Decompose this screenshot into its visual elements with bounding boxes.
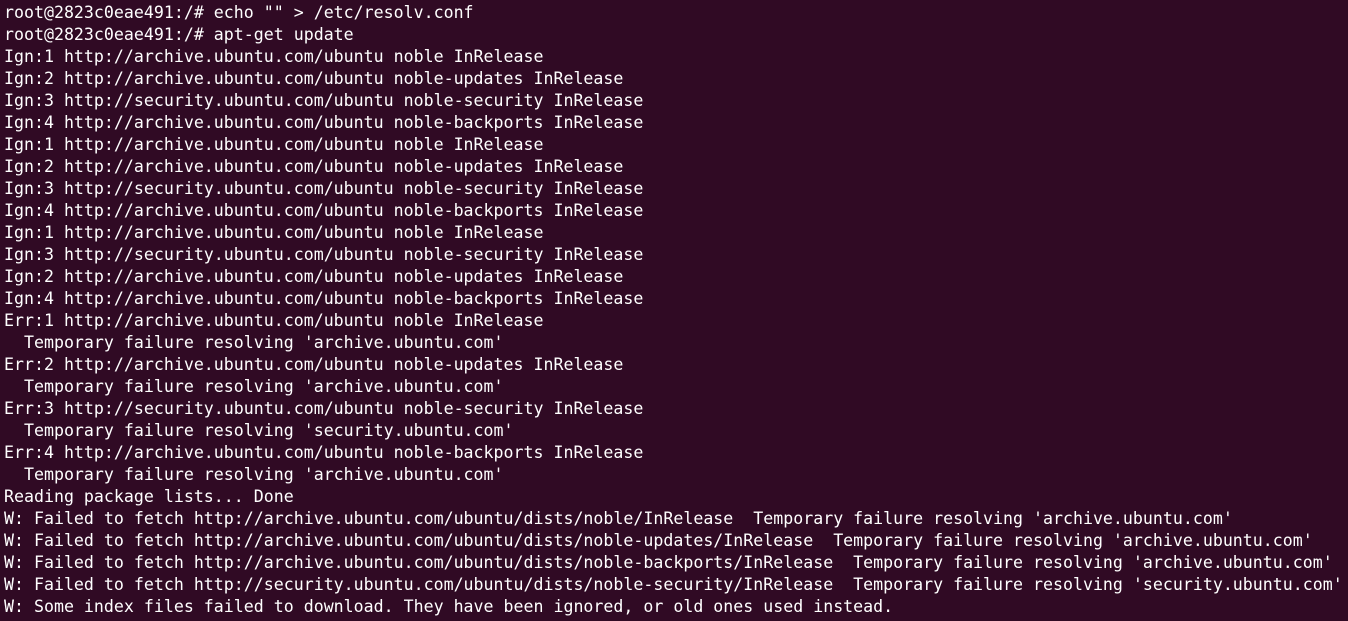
terminal-line: Temporary failure resolving 'archive.ubu… bbox=[4, 377, 504, 396]
terminal-line: Ign:2 http://archive.ubuntu.com/ubuntu n… bbox=[4, 157, 624, 176]
terminal-line: Ign:3 http://security.ubuntu.com/ubuntu … bbox=[4, 91, 644, 110]
terminal-line: Ign:4 http://archive.ubuntu.com/ubuntu n… bbox=[4, 113, 644, 132]
terminal-line: Temporary failure resolving 'archive.ubu… bbox=[4, 465, 504, 484]
terminal-line: Ign:3 http://security.ubuntu.com/ubuntu … bbox=[4, 179, 644, 198]
terminal-line: Temporary failure resolving 'security.ub… bbox=[4, 421, 514, 440]
terminal-line: root@2823c0eae491:/# echo "" > /etc/reso… bbox=[4, 3, 474, 22]
terminal-line: Ign:4 http://archive.ubuntu.com/ubuntu n… bbox=[4, 289, 644, 308]
terminal-line: Ign:2 http://archive.ubuntu.com/ubuntu n… bbox=[4, 267, 624, 286]
terminal-line: W: Failed to fetch http://archive.ubuntu… bbox=[4, 509, 1233, 528]
terminal-line: Err:4 http://archive.ubuntu.com/ubuntu n… bbox=[4, 443, 644, 462]
terminal-line: Ign:1 http://archive.ubuntu.com/ubuntu n… bbox=[4, 47, 544, 66]
terminal-line: Reading package lists... Done bbox=[4, 487, 294, 506]
terminal-line: W: Some index files failed to download. … bbox=[4, 597, 894, 616]
terminal-line: Err:3 http://security.ubuntu.com/ubuntu … bbox=[4, 399, 644, 418]
terminal-line: W: Failed to fetch http://security.ubunt… bbox=[4, 575, 1343, 594]
terminal-line: W: Failed to fetch http://archive.ubuntu… bbox=[4, 531, 1313, 550]
terminal-line: Ign:1 http://archive.ubuntu.com/ubuntu n… bbox=[4, 135, 544, 154]
terminal-line: root@2823c0eae491:/# apt-get update bbox=[4, 25, 354, 44]
terminal-line: W: Failed to fetch http://archive.ubuntu… bbox=[4, 553, 1333, 572]
terminal-line: Err:2 http://archive.ubuntu.com/ubuntu n… bbox=[4, 355, 624, 374]
terminal-line: Ign:4 http://archive.ubuntu.com/ubuntu n… bbox=[4, 201, 644, 220]
terminal-line: Ign:1 http://archive.ubuntu.com/ubuntu n… bbox=[4, 223, 544, 242]
terminal-line: Temporary failure resolving 'archive.ubu… bbox=[4, 333, 504, 352]
terminal-line: Err:1 http://archive.ubuntu.com/ubuntu n… bbox=[4, 311, 544, 330]
terminal-line: Ign:2 http://archive.ubuntu.com/ubuntu n… bbox=[4, 69, 624, 88]
terminal-output[interactable]: root@2823c0eae491:/# echo "" > /etc/reso… bbox=[0, 0, 1348, 621]
terminal-line: Ign:3 http://security.ubuntu.com/ubuntu … bbox=[4, 245, 644, 264]
